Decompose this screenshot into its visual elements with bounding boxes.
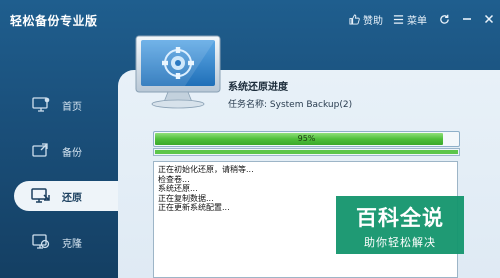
task-name-label: 任务名称: <box>228 100 268 110</box>
watermark-subtitle: 助你轻松解决 <box>364 236 436 249</box>
log-line: 正在初始化还原，请稍等... <box>158 165 254 174</box>
app-window: 轻松备份专业版 赞助 菜单 首页 备份 还原 克隆 系统还原进度 任务名称: S… <box>0 0 500 278</box>
sidebar-item-home[interactable]: 首页 <box>14 90 122 120</box>
menu-label: 菜单 <box>407 15 427 27</box>
sidebar-item-clone[interactable]: 克隆 <box>14 227 122 257</box>
close-button[interactable] <box>484 14 494 24</box>
menu-icon <box>393 14 404 24</box>
thumbs-up-icon <box>349 13 360 25</box>
minimize-button[interactable] <box>462 14 472 24</box>
restore-monitor-icon <box>135 35 221 109</box>
secondary-progress-fill <box>155 150 458 154</box>
clone-icon <box>30 231 52 253</box>
sidebar-item-label: 还原 <box>62 192 82 204</box>
close-icon <box>484 14 494 24</box>
sidebar-item-label: 克隆 <box>62 238 82 250</box>
refresh-button[interactable] <box>439 14 450 25</box>
task-title: 系统还原进度 <box>228 82 288 93</box>
sidebar-item-label: 备份 <box>62 147 82 159</box>
watermark-badge: 百科全说 助你轻松解决 <box>336 196 464 254</box>
secondary-progress-bar <box>153 148 460 156</box>
minimize-icon <box>463 18 471 20</box>
title-bar-actions: 赞助 菜单 <box>339 10 494 28</box>
praise-label: 赞助 <box>363 15 383 27</box>
praise-button[interactable]: 赞助 <box>349 12 383 27</box>
sidebar-item-backup[interactable]: 备份 <box>14 136 122 166</box>
restore-icon <box>30 185 52 207</box>
log-line: 系统还原... <box>158 184 198 194</box>
backup-icon <box>30 140 52 162</box>
refresh-icon <box>440 14 449 24</box>
log-line: 检查卷... <box>158 174 190 184</box>
progress-percent: 95% <box>297 134 316 143</box>
title-bar: 轻松备份专业版 赞助 菜单 <box>0 0 500 38</box>
watermark-title: 百科全说 <box>356 206 444 230</box>
sidebar-item-label: 首页 <box>62 101 82 113</box>
home-monitor-icon <box>30 94 52 116</box>
menu-button[interactable]: 菜单 <box>393 12 427 27</box>
app-title: 轻松备份专业版 <box>10 14 98 28</box>
task-name-row: 任务名称: System Backup(2) <box>228 97 352 110</box>
progress-bar: 95% <box>153 131 460 147</box>
task-name-value: System Backup(2) <box>269 100 353 110</box>
